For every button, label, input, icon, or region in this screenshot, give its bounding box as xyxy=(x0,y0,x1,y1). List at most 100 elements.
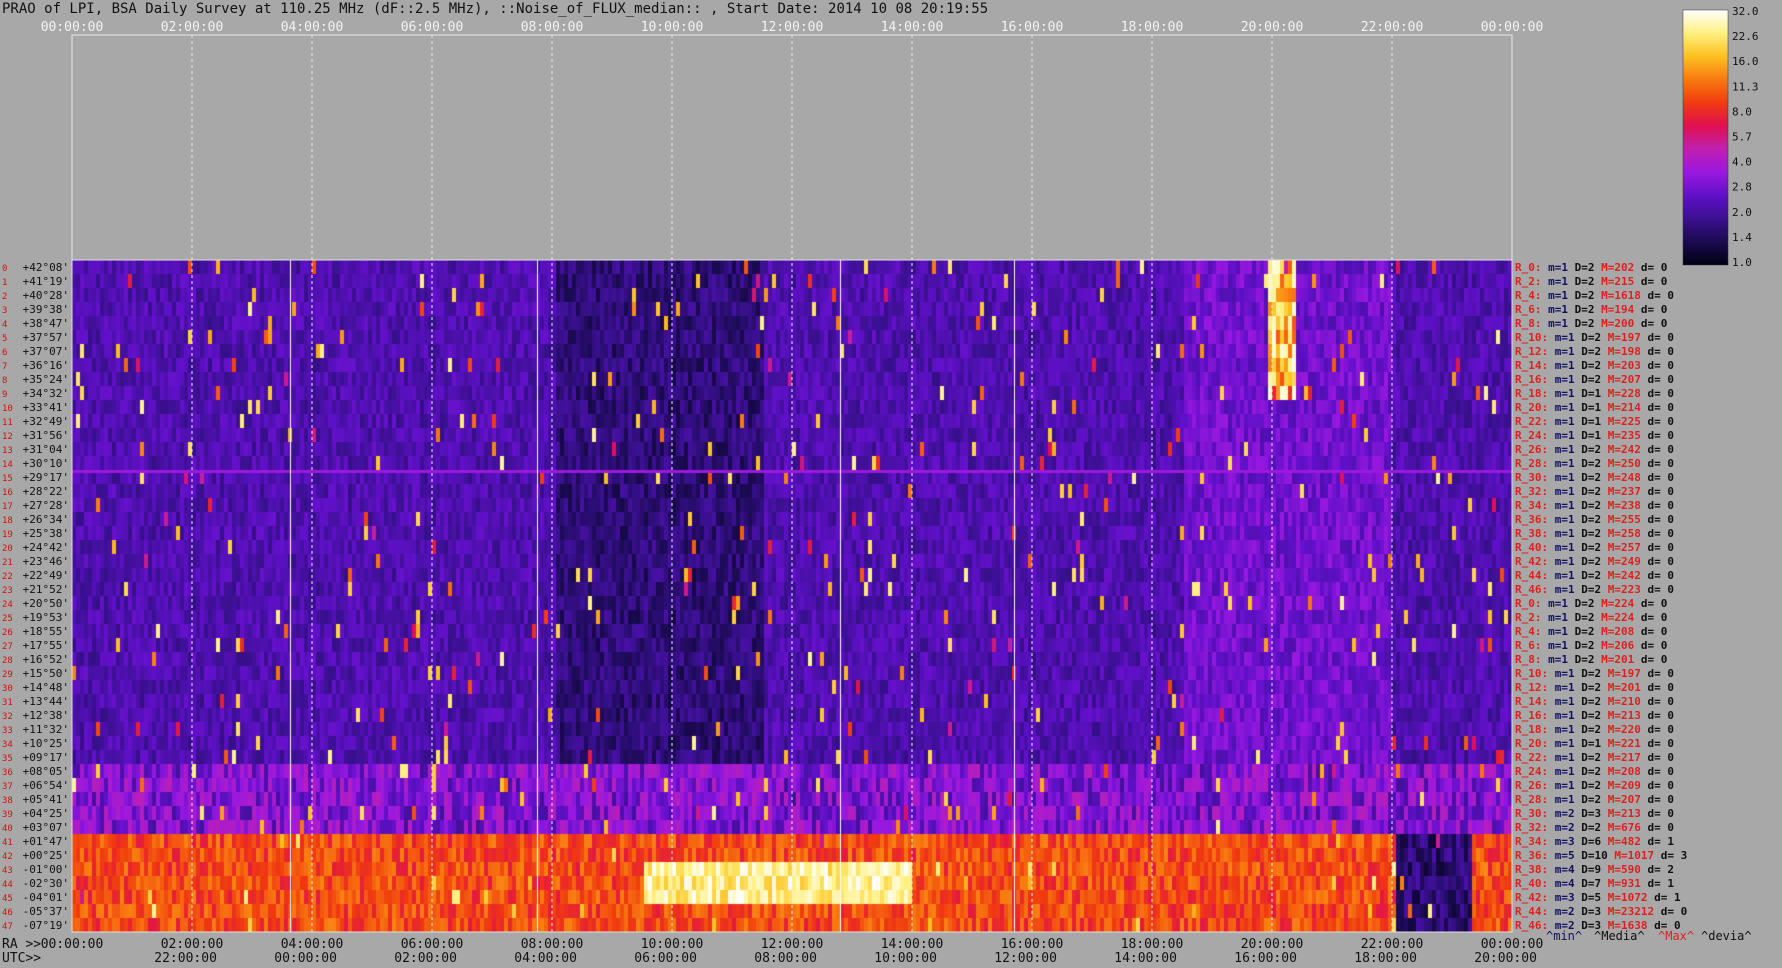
row-stat-part: m=1 xyxy=(1542,639,1569,652)
utc-tick: 04:00:00 xyxy=(514,951,577,966)
row-stat-part: d= 0 xyxy=(1641,513,1674,526)
row-number: 42 xyxy=(2,852,13,862)
ra-tick: 02:00:00 xyxy=(161,937,224,952)
row-stat-part: R_0: xyxy=(1515,597,1542,610)
utc-tick: 20:00:00 xyxy=(1474,951,1537,966)
row-stat-part: d= 0 xyxy=(1641,289,1674,302)
row-number: 26 xyxy=(2,628,13,638)
row-number: 23 xyxy=(2,586,13,596)
ra-tick: 16:00:00 xyxy=(1001,937,1064,952)
row-number: 3 xyxy=(2,306,7,316)
row-stat-part: R_24: xyxy=(1515,765,1548,778)
declination-label: +38°47' xyxy=(23,317,69,330)
row-stat-part: d= 0 xyxy=(1634,625,1667,638)
row-number: 25 xyxy=(2,614,13,624)
row-number: 12 xyxy=(2,432,13,442)
row-stat-part: R_46: xyxy=(1515,919,1548,932)
row-stat-part: m=1 xyxy=(1548,485,1575,498)
row-stat-part: m=1 xyxy=(1548,583,1575,596)
row-stat-part: d= 0 xyxy=(1641,471,1674,484)
row-number: 1 xyxy=(2,278,7,288)
row-stat-part: D=2 xyxy=(1575,695,1602,708)
row-stat-part: M=250 xyxy=(1601,457,1641,470)
row-stat: R_20: m=1 D=1 M=221 d= 0 xyxy=(1515,737,1674,750)
row-stat-part: m=1 xyxy=(1548,765,1575,778)
ra-tick: 00:00:00 xyxy=(41,937,104,952)
row-stat-part: m=1 xyxy=(1548,681,1575,694)
row-stat: R_38: m=1 D=2 M=258 d= 0 xyxy=(1515,527,1674,540)
row-stat-part: D=2 xyxy=(1575,541,1602,554)
top-time-tick: 00:00:00 xyxy=(41,20,104,35)
row-stat-part: M=208 xyxy=(1595,625,1635,638)
row-stat-part: m=1 xyxy=(1548,415,1575,428)
declination-label: +31°56' xyxy=(23,429,69,442)
row-stat-part: D=1 xyxy=(1575,387,1602,400)
row-number: 9 xyxy=(2,390,7,400)
row-stat-part: d= 0 xyxy=(1641,667,1674,680)
row-stat-part: m=3 xyxy=(1548,835,1575,848)
row-stat-part: d= 0 xyxy=(1641,737,1674,750)
row-stat-part: R_4: xyxy=(1515,625,1542,638)
row-stat-part: d= 2 xyxy=(1641,863,1674,876)
colorbar-tick: 8.0 xyxy=(1732,105,1752,118)
row-stat-part: d= 0 xyxy=(1641,541,1674,554)
declination-label: -02°30' xyxy=(23,877,69,890)
row-stat: R_14: m=1 D=2 M=203 d= 0 xyxy=(1515,359,1674,372)
row-stat-part: m=1 xyxy=(1542,597,1569,610)
row-stat-part: M=237 xyxy=(1601,485,1641,498)
row-stat-part: D=2 xyxy=(1575,443,1602,456)
row-stat: R_16: m=1 D=2 M=207 d= 0 xyxy=(1515,373,1674,386)
row-stat-part: D=2 xyxy=(1575,667,1602,680)
row-number: 24 xyxy=(2,600,13,610)
row-stat-part: d= 0 xyxy=(1641,429,1674,442)
row-stat-part: M=1618 xyxy=(1595,289,1641,302)
row-stat-part: D=1 xyxy=(1575,737,1602,750)
declination-label: +27°28' xyxy=(23,499,69,512)
row-stat: R_46: m=1 D=2 M=223 d= 0 xyxy=(1515,583,1674,596)
row-stat-part: d= 1 xyxy=(1641,877,1674,890)
row-stat-part: m=1 xyxy=(1548,737,1575,750)
row-stat-part: m=1 xyxy=(1548,443,1575,456)
colorbar-tick: 11.3 xyxy=(1732,80,1759,93)
declination-label: +39°38' xyxy=(23,303,69,316)
row-stat-part: m=2 xyxy=(1548,807,1575,820)
row-stat-part: m=1 xyxy=(1542,317,1569,330)
declination-label: +34°32' xyxy=(23,387,69,400)
row-stat-part: D=2 xyxy=(1575,359,1602,372)
row-stat-part: m=4 xyxy=(1548,863,1575,876)
utc-tick: 00:00:00 xyxy=(274,951,337,966)
row-number: 31 xyxy=(2,698,13,708)
ra-tick: 06:00:00 xyxy=(401,937,464,952)
row-stat-part: d= 0 xyxy=(1634,597,1667,610)
row-stat-part: D=1 xyxy=(1575,429,1602,442)
row-number: 17 xyxy=(2,502,13,512)
row-stat-part: R_2: xyxy=(1515,611,1542,624)
declination-label: +37°57' xyxy=(23,331,69,344)
row-stat-part: d= 0 xyxy=(1641,555,1674,568)
colorbar-tick: 5.7 xyxy=(1732,131,1752,144)
row-stat-part: m=1 xyxy=(1548,429,1575,442)
row-stat-part: M=198 xyxy=(1601,345,1641,358)
row-stat-part: R_36: xyxy=(1515,849,1548,862)
row-stat-part: R_36: xyxy=(1515,513,1548,526)
row-stat-part: M=203 xyxy=(1601,359,1641,372)
row-stat: R_42: m=3 D=5 M=1072 d= 1 xyxy=(1515,891,1681,904)
row-number: 36 xyxy=(2,768,13,778)
row-number: 30 xyxy=(2,684,13,694)
row-stat-part: D=2 xyxy=(1575,765,1602,778)
row-stat-part: d= 0 xyxy=(1641,793,1674,806)
top-time-tick: 12:00:00 xyxy=(761,20,824,35)
row-stat: R_36: m=5 D=10 M=1017 d= 3 xyxy=(1515,849,1687,862)
row-stat-part: d= 0 xyxy=(1634,303,1667,316)
row-stat-part: D=2 xyxy=(1575,751,1602,764)
row-stat-part: R_12: xyxy=(1515,681,1548,694)
top-time-tick: 02:00:00 xyxy=(161,20,224,35)
declination-label: +31°04' xyxy=(23,443,69,456)
row-stat-part: D=2 xyxy=(1575,569,1602,582)
row-stat-part: R_20: xyxy=(1515,401,1548,414)
declination-label: +15°50' xyxy=(23,667,69,680)
declination-label: +30°10' xyxy=(23,457,69,470)
row-stat: R_12: m=1 D=2 M=201 d= 0 xyxy=(1515,681,1674,694)
row-stat-part: M=224 xyxy=(1595,597,1635,610)
declination-label: +13°44' xyxy=(23,695,69,708)
